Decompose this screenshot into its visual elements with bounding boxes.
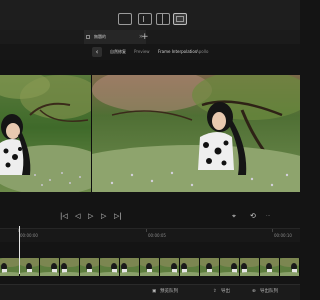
crop-icon[interactable]: ⌖: [232, 212, 236, 220]
filmstrip-frame[interactable]: [40, 258, 60, 276]
forward-icon[interactable]: ▷: [101, 212, 106, 220]
original-preview-image[interactable]: [0, 75, 91, 192]
filmstrip-frame[interactable]: [100, 258, 120, 276]
breadcrumb-segment-2[interactable]: Frame Interpolation: [158, 44, 197, 60]
filmstrip-frame[interactable]: [60, 258, 80, 276]
view-grid-icon[interactable]: [173, 13, 187, 25]
view-single-icon[interactable]: [118, 13, 132, 25]
view-side-icon[interactable]: [138, 13, 152, 25]
rewind-icon[interactable]: ◁: [75, 212, 80, 220]
tab-bar: 無題的 × +: [0, 30, 300, 44]
tick-label: 00:00:00: [20, 233, 38, 238]
filmstrip-frame[interactable]: [220, 258, 240, 276]
filmstrip-frame[interactable]: [180, 258, 200, 276]
tab-untitled[interactable]: 無題的 ×: [84, 30, 146, 44]
breadcrumb-segment-3[interactable]: Apollo: [196, 44, 208, 60]
filmstrip-frame[interactable]: [0, 258, 20, 276]
timeline-ruler[interactable]: 00:00:00 00:00:05 00:00:10: [0, 228, 300, 242]
export-icon[interactable]: ⇪: [213, 288, 217, 296]
filmstrip-frame[interactable]: [280, 258, 300, 276]
preview-queue-icon[interactable]: ▣: [152, 288, 156, 296]
play-icon[interactable]: ▷: [88, 212, 93, 220]
export-button[interactable]: 导出: [221, 288, 230, 296]
prev-frame-icon[interactable]: |◁: [60, 212, 68, 220]
breadcrumb-segment-1[interactable]: Preview: [134, 44, 150, 60]
filmstrip-frame[interactable]: [160, 258, 180, 276]
loop-icon[interactable]: ⟲: [250, 212, 256, 220]
export-queue-icon[interactable]: ⊛: [252, 288, 256, 296]
playhead[interactable]: [19, 226, 20, 274]
preview-queue-button[interactable]: 预览队列: [160, 288, 178, 296]
breadcrumb: ‹ 自然修复 Preview Frame Interpolation Apoll…: [0, 44, 300, 60]
original-photo: [0, 75, 91, 192]
filmstrip-frame[interactable]: [120, 258, 140, 276]
filmstrip-frame[interactable]: [20, 258, 40, 276]
filmstrip-frame[interactable]: [240, 258, 260, 276]
next-frame-icon[interactable]: ▷|: [114, 212, 122, 220]
filmstrip-frame[interactable]: [200, 258, 220, 276]
tab-file-icon: [86, 35, 90, 39]
tick-label: 00:00:10: [274, 233, 292, 238]
more-icon[interactable]: ⋯: [266, 212, 270, 220]
breadcrumb-segment-0[interactable]: 自然修复: [110, 44, 126, 60]
processed-preview-image[interactable]: [92, 75, 300, 192]
export-queue-button[interactable]: 导出队列: [260, 288, 278, 296]
back-arrow-icon[interactable]: ‹: [92, 47, 102, 57]
filmstrip-frame[interactable]: [260, 258, 280, 276]
tick-label: 00:00:05: [148, 233, 166, 238]
filmstrip-frame[interactable]: [80, 258, 100, 276]
tab-label: 無題的: [94, 34, 106, 39]
filmstrip-frame[interactable]: [140, 258, 160, 276]
add-tab-button[interactable]: +: [141, 30, 149, 44]
view-split-icon[interactable]: [156, 13, 170, 25]
processed-photo: [92, 75, 300, 192]
